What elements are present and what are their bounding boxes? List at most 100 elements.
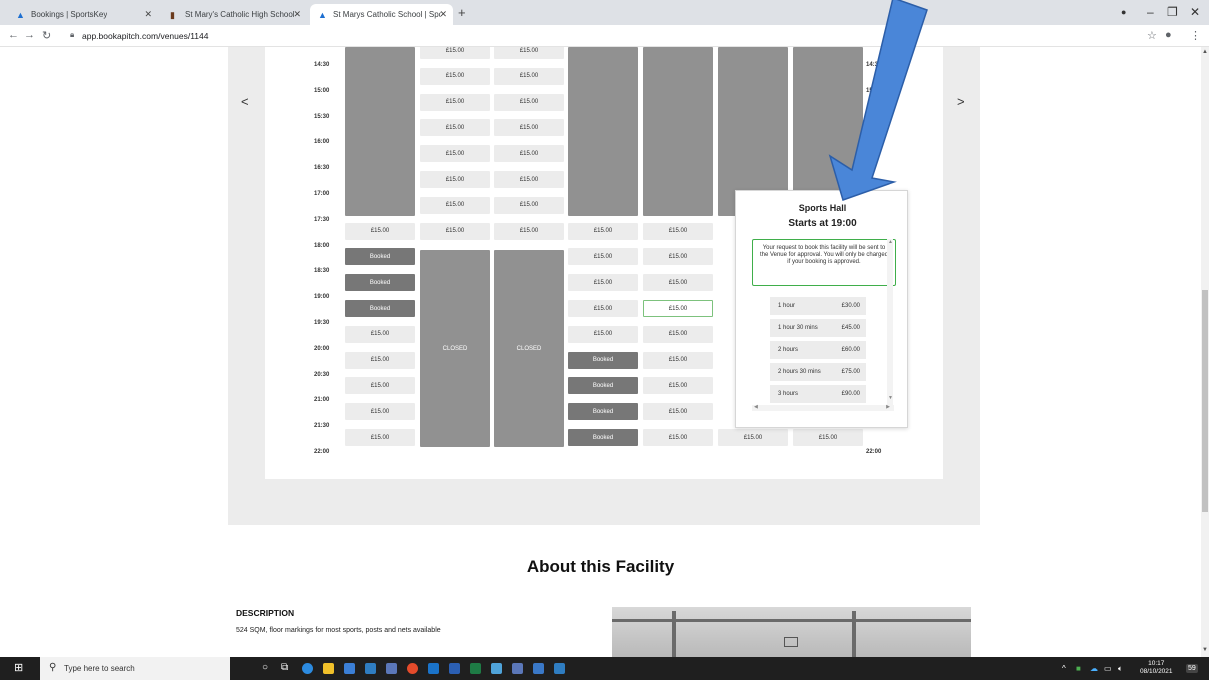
price-slot[interactable]: £15.00 xyxy=(643,403,713,421)
windows-start-icon[interactable]: ⊞ xyxy=(14,662,26,674)
file-explorer-icon[interactable] xyxy=(323,663,334,674)
price-slot[interactable]: £15.00 xyxy=(420,67,490,85)
profile-icon[interactable]: ● xyxy=(1121,7,1126,17)
price-slot[interactable]: £15.00 xyxy=(568,222,638,240)
url-field[interactable]: app.bookapitch.com/venues/1144 xyxy=(82,31,209,41)
network-icon[interactable]: ▭ xyxy=(1104,664,1112,673)
duration-option[interactable]: 2 hours £60.00 xyxy=(770,341,866,359)
previous-day-icon[interactable]: < xyxy=(241,94,249,109)
price-slot[interactable]: £15.00 xyxy=(568,274,638,292)
restore-icon[interactable]: ❐ xyxy=(1167,5,1178,19)
page-scrollbar[interactable]: ▲ ▼ xyxy=(1201,47,1209,657)
teams-icon[interactable] xyxy=(491,663,502,674)
volume-icon[interactable]: 🔈︎ xyxy=(1118,664,1123,674)
price-slot[interactable]: £15.00 xyxy=(494,222,564,240)
price-slot[interactable]: £15.00 xyxy=(793,429,863,446)
price-slot[interactable]: £15.00 xyxy=(643,351,713,369)
selected-slot[interactable]: £15.00 xyxy=(643,300,713,317)
forward-icon[interactable]: → xyxy=(24,29,35,41)
account-icon[interactable]: ● xyxy=(1165,29,1172,41)
store-icon[interactable] xyxy=(344,663,355,674)
next-day-icon[interactable]: > xyxy=(957,94,965,109)
onedrive-icon[interactable]: ☁ xyxy=(1090,664,1098,673)
taskbar-clock[interactable]: 10:17 08/10/2021 xyxy=(1140,660,1173,676)
price-slot[interactable]: £15.00 xyxy=(345,222,415,240)
price-slot[interactable]: £15.00 xyxy=(420,145,490,163)
price-slot[interactable]: £15.00 xyxy=(345,377,415,395)
duration-option[interactable]: 1 hour £30.00 xyxy=(770,297,866,315)
price-slot[interactable]: £15.00 xyxy=(643,274,713,292)
tab-st-marys-high[interactable]: ▮ St Mary's Catholic High School ✕ xyxy=(162,4,307,25)
price-slot[interactable]: £15.00 xyxy=(494,93,564,111)
close-tab-icon[interactable]: ✕ xyxy=(293,9,301,20)
back-icon[interactable]: ← xyxy=(8,29,19,41)
price-slot[interactable]: £15.00 xyxy=(643,377,713,395)
close-window-icon[interactable]: ✕ xyxy=(1190,5,1200,19)
minimize-icon[interactable]: – xyxy=(1147,5,1154,19)
sd-icon[interactable] xyxy=(533,663,544,674)
edge-icon[interactable] xyxy=(302,663,313,674)
fms-icon[interactable] xyxy=(386,663,397,674)
duration-option[interactable]: 1 hour 30 mins £45.00 xyxy=(770,319,866,337)
tray-expand-icon[interactable]: ^ xyxy=(1062,664,1066,673)
price-slot[interactable]: £15.00 xyxy=(420,171,490,188)
popover-horizontal-scrollbar[interactable]: ◀ ▶ xyxy=(752,404,894,411)
price-slot[interactable]: £15.00 xyxy=(718,429,788,446)
price-slot[interactable]: £15.00 xyxy=(568,325,638,343)
scroll-left-icon[interactable]: ◀ xyxy=(754,404,758,410)
sims-icon[interactable] xyxy=(365,663,376,674)
price-slot[interactable]: £15.00 xyxy=(345,403,415,421)
price-slot[interactable]: £15.00 xyxy=(345,351,415,369)
price-slot[interactable]: £15.00 xyxy=(494,67,564,85)
taskbar-search[interactable]: ⚲ Type here to search xyxy=(40,657,230,680)
reload-icon[interactable]: ↻ xyxy=(42,29,51,42)
excel-icon[interactable] xyxy=(470,663,481,674)
price-slot[interactable]: £15.00 xyxy=(643,429,713,446)
scroll-thumb[interactable] xyxy=(1202,290,1208,512)
task-view-icon[interactable]: ⧉ xyxy=(281,662,288,673)
price-slot[interactable]: £15.00 xyxy=(494,196,564,214)
price-slot[interactable]: £15.00 xyxy=(568,248,638,266)
price-slot[interactable]: £15.00 xyxy=(420,119,490,137)
price-slot[interactable]: £15.00 xyxy=(345,325,415,343)
price-slot[interactable]: £15.00 xyxy=(643,222,713,240)
price-slot[interactable]: £15.00 xyxy=(494,119,564,137)
clock-time: 10:17 xyxy=(1148,660,1165,667)
price-slot[interactable]: £15.00 xyxy=(643,248,713,266)
price-slot[interactable]: £15.00 xyxy=(420,222,490,240)
word-icon[interactable] xyxy=(449,663,460,674)
price-slot[interactable]: £15.00 xyxy=(494,171,564,188)
tray-app-icon[interactable]: ■ xyxy=(1076,664,1081,673)
price-slot[interactable]: £15.00 xyxy=(643,325,713,343)
menu-icon[interactable]: ⋮ xyxy=(1190,29,1201,42)
new-tab-icon[interactable]: + xyxy=(458,5,466,20)
price-slot[interactable]: £15.00 xyxy=(420,93,490,111)
tab-st-marys-sports[interactable]: ▲ St Marys Catholic School | Sports ✕ xyxy=(310,4,453,25)
sportskey-favicon-icon: ▲ xyxy=(16,9,25,20)
price-slot[interactable]: £15.00 xyxy=(494,47,564,59)
price-slot[interactable]: £15.00 xyxy=(494,145,564,163)
scroll-up-icon[interactable]: ▲ xyxy=(888,239,893,245)
cortana-icon[interactable]: ○ xyxy=(262,662,268,673)
booked-slot: Booked xyxy=(345,274,415,292)
price-slot[interactable]: £15.00 xyxy=(420,196,490,214)
sims-icon-2[interactable] xyxy=(554,663,565,674)
notification-count[interactable]: 59 xyxy=(1186,664,1198,673)
close-tab-icon[interactable]: ✕ xyxy=(439,9,447,20)
tab-bookings[interactable]: ▲ Bookings | SportsKey ✕ xyxy=(8,4,158,25)
duration-option[interactable]: 3 hours £90.00 xyxy=(770,385,866,403)
fms-icon-2[interactable] xyxy=(512,663,523,674)
popover-scrollbar[interactable]: ▲ ▼ xyxy=(887,239,893,405)
outlook-icon[interactable] xyxy=(428,663,439,674)
duration-option[interactable]: 2 hours 30 mins £75.00 xyxy=(770,363,866,381)
price-slot[interactable]: £15.00 xyxy=(568,300,638,317)
scroll-down-icon[interactable]: ▼ xyxy=(1202,647,1208,653)
close-tab-icon[interactable]: ✕ xyxy=(144,9,152,20)
bookmark-star-icon[interactable]: ☆ xyxy=(1147,29,1157,42)
price-slot[interactable]: £15.00 xyxy=(420,47,490,59)
scroll-up-icon[interactable]: ▲ xyxy=(1202,49,1208,55)
price-slot[interactable]: £15.00 xyxy=(345,429,415,446)
chrome-icon[interactable] xyxy=(407,663,418,674)
scroll-right-icon[interactable]: ▶ xyxy=(886,404,890,410)
scroll-down-icon[interactable]: ▼ xyxy=(888,395,893,401)
